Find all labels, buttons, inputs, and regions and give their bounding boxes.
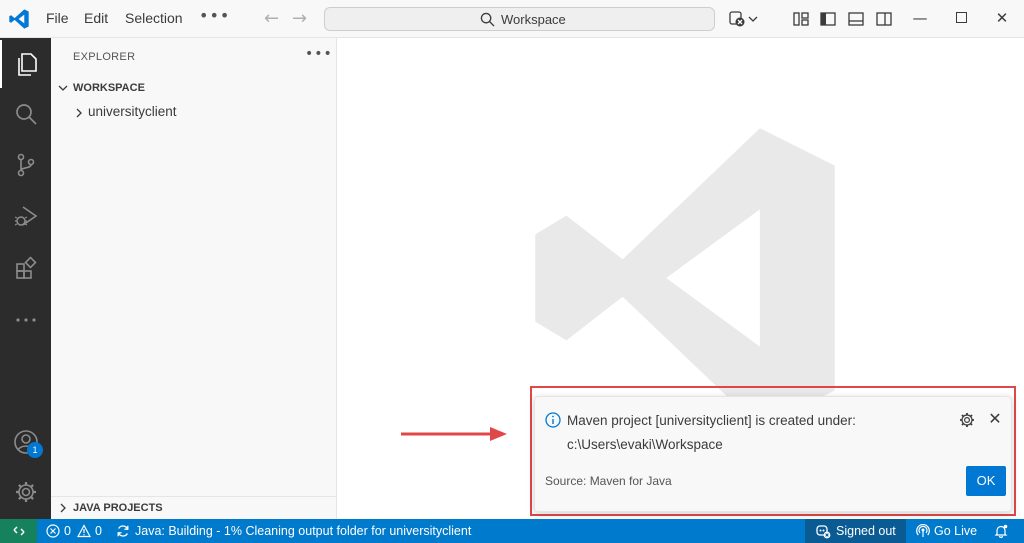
customize-layout-icon[interactable] — [792, 10, 810, 28]
notification-source: Source: Maven for Java — [545, 474, 672, 488]
copilot-signed-out-icon — [816, 525, 831, 539]
signed-out-label: Signed out — [836, 524, 896, 538]
menu-edit[interactable]: Edit — [84, 10, 108, 26]
info-icon — [545, 412, 561, 428]
chevron-right-icon — [76, 108, 82, 118]
run-debug-icon — [14, 206, 37, 226]
java-projects-section-label: JAVA PROJECTS — [73, 502, 163, 514]
tree-item-label: universityclient — [88, 104, 177, 119]
activity-bar: 1 — [0, 38, 51, 519]
problems-indicator[interactable]: 0 0 — [46, 519, 102, 543]
back-arrow-icon[interactable]: ← — [264, 8, 279, 29]
forward-arrow-icon[interactable]: → — [292, 8, 307, 29]
notification-message-line2: c:\Users\evaki\Workspace — [567, 437, 723, 452]
warning-count: 0 — [94, 524, 102, 538]
minimize-button[interactable]: — — [908, 6, 932, 30]
ok-button[interactable]: OK — [966, 466, 1006, 496]
files-icon — [17, 53, 37, 76]
status-bar: 0 0 Java: Building - 1% Cleaning output … — [0, 519, 1024, 543]
activity-search[interactable] — [0, 90, 51, 138]
gear-icon[interactable] — [958, 411, 976, 429]
more-icon — [15, 318, 36, 322]
activity-explorer[interactable] — [0, 40, 51, 88]
go-live-label: Go Live — [934, 524, 978, 538]
accounts-badge: 1 — [27, 442, 43, 458]
explorer-sidebar: EXPLORER ••• WORKSPACE universityclient … — [51, 38, 337, 519]
notification-toast: Maven project [universityclient] is crea… — [534, 396, 1012, 512]
toggle-panel-icon[interactable] — [847, 10, 865, 28]
search-icon — [15, 104, 37, 125]
vscode-logo-icon — [9, 9, 29, 29]
bell-icon — [994, 524, 1008, 538]
chevron-right-icon — [60, 503, 66, 513]
command-center-search[interactable]: Workspace — [324, 7, 715, 31]
chevron-down-icon[interactable] — [747, 10, 759, 28]
sidebar-more-button[interactable]: ••• — [305, 46, 333, 62]
gear-icon — [15, 482, 36, 502]
chevron-down-icon — [58, 85, 68, 91]
notification-message-line1: Maven project [universityclient] is crea… — [567, 413, 856, 428]
java-projects-section-header[interactable]: JAVA PROJECTS — [51, 496, 337, 519]
sidebar-title: EXPLORER — [73, 51, 136, 63]
activity-accounts[interactable] — [0, 418, 51, 466]
workspace-section-label: WORKSPACE — [73, 82, 145, 94]
menu-selection[interactable]: Selection — [125, 10, 183, 26]
copilot-icon[interactable] — [728, 10, 746, 28]
signed-out-item[interactable]: Signed out — [805, 519, 906, 543]
activity-more[interactable] — [0, 296, 51, 344]
activity-run-debug[interactable] — [0, 192, 51, 240]
remote-indicator[interactable] — [0, 519, 37, 543]
command-center-label: Workspace — [501, 12, 566, 27]
search-icon — [480, 12, 495, 27]
workspace-section-header[interactable]: WORKSPACE — [51, 78, 337, 100]
sync-icon — [117, 525, 129, 537]
java-status-item[interactable]: Java: Building - 1% Cleaning output fold… — [116, 519, 471, 543]
activity-manage[interactable] — [0, 468, 51, 516]
notification-close-button[interactable]: ✕ — [987, 410, 1003, 428]
extensions-icon — [15, 256, 37, 279]
title-bar: File Edit Selection ••• ← → Workspace — — [0, 0, 1024, 38]
notifications-bell[interactable] — [994, 519, 1008, 543]
close-window-button[interactable]: ✕ — [990, 6, 1014, 30]
toggle-primary-sidebar-icon[interactable] — [819, 10, 837, 28]
source-control-icon — [17, 153, 34, 177]
error-icon — [46, 524, 60, 538]
remote-icon — [12, 526, 25, 536]
menu-more-button[interactable]: ••• — [199, 6, 230, 25]
go-live-item[interactable]: Go Live — [916, 519, 977, 543]
toggle-secondary-sidebar-icon[interactable] — [875, 10, 893, 28]
maximize-icon — [955, 12, 967, 23]
activity-source-control[interactable] — [0, 141, 51, 189]
maximize-button[interactable] — [949, 6, 973, 30]
menu-file[interactable]: File — [46, 10, 69, 26]
annotation-arrow-icon — [401, 427, 507, 441]
java-status-text: Java: Building - 1% Cleaning output fold… — [135, 524, 472, 538]
warning-icon — [76, 524, 91, 538]
broadcast-icon — [916, 524, 930, 537]
activity-extensions[interactable] — [0, 244, 51, 292]
error-count: 0 — [64, 524, 71, 538]
